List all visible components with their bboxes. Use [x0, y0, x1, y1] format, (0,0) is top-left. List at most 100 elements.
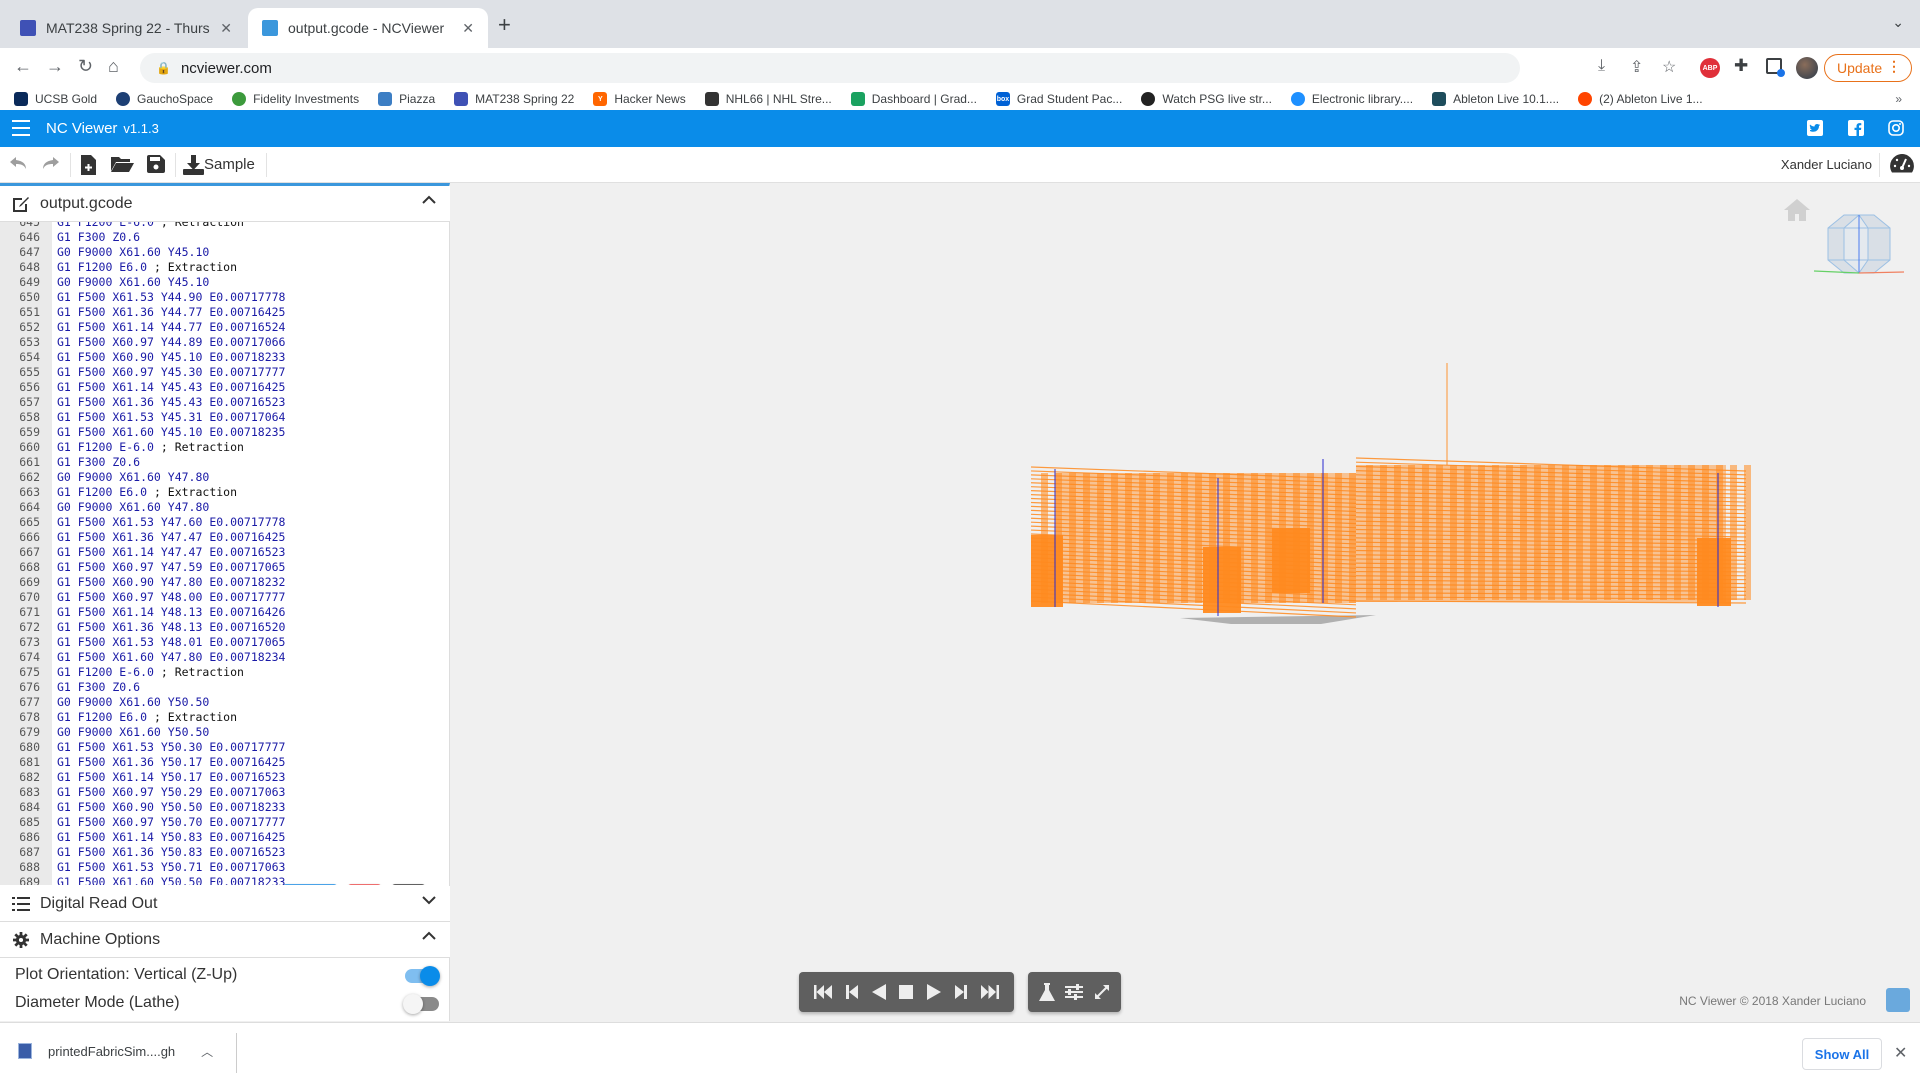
user-name-link[interactable]: Xander Luciano — [1781, 157, 1872, 172]
code-text: G1 F500 X61.60 Y50.50 E0.00718233 — [57, 875, 286, 885]
clear-button[interactable] — [348, 884, 381, 885]
line-number: 666 — [19, 530, 40, 544]
bookmark-item[interactable]: Electronic library.... — [1290, 92, 1413, 106]
code-panel-header[interactable]: output.gcode — [0, 186, 450, 222]
performance-gauge-icon[interactable] — [1890, 154, 1914, 174]
bookmark-item[interactable]: UCSB Gold — [14, 92, 97, 106]
forward-button[interactable]: → — [46, 56, 64, 77]
browser-tab-ncviewer[interactable]: output.gcode - NCViewer ✕ — [248, 8, 488, 48]
side-panel-icon[interactable] — [1766, 58, 1785, 77]
bookmark-item[interactable]: Y Hacker News — [593, 92, 686, 106]
bookmark-item[interactable]: Fidelity Investments — [232, 92, 359, 106]
bookmark-star-icon[interactable]: ☆ — [1662, 57, 1676, 77]
plot-button[interactable]: PLOT — [283, 884, 337, 885]
play-button[interactable] — [927, 984, 942, 1000]
toolpath-scene[interactable] — [451, 183, 1920, 1021]
menu-icon[interactable] — [12, 120, 30, 136]
chevron-up-icon[interactable] — [422, 195, 436, 205]
skip-to-start-button[interactable] — [813, 985, 832, 999]
digital-read-out-header[interactable]: Digital Read Out — [0, 886, 450, 922]
undo-icon[interactable] — [9, 155, 27, 171]
fullscreen-expand-icon[interactable] — [1094, 984, 1110, 1000]
chevron-down-icon[interactable] — [422, 895, 436, 905]
chevron-up-icon[interactable] — [422, 931, 436, 941]
list-icon — [12, 896, 30, 911]
bookmark-item[interactable]: Ableton Live 10.1.... — [1432, 92, 1559, 106]
play-reverse-button[interactable] — [871, 984, 886, 1000]
code-text: G1 F1200 E6.0 ; Extraction — [57, 710, 238, 724]
adblock-icon[interactable]: ABP — [1700, 58, 1720, 78]
3d-viewport[interactable]: NC Viewer © 2018 Xander Luciano — [451, 183, 1920, 1021]
new-tab-button[interactable]: + — [498, 12, 511, 38]
bookmarks-bar: UCSB Gold GauchoSpace Fidelity Investmen… — [0, 88, 1920, 110]
open-folder-icon[interactable] — [111, 155, 134, 173]
twitter-icon[interactable] — [1807, 120, 1823, 136]
address-bar[interactable]: 🔒 ncviewer.com — [140, 53, 1520, 83]
plot-orientation-label: Plot Orientation: Vertical (Z-Up) — [15, 966, 238, 983]
toolbar-divider — [175, 153, 176, 177]
line-number: 688 — [19, 860, 40, 874]
sliders-icon[interactable] — [1065, 984, 1084, 1000]
tab-search-chevron-icon[interactable]: ⌄ — [1892, 14, 1904, 31]
gcode-editor[interactable]: 645 G1 F1200 E-6.0 ; Retraction 646 G1 F300… — [0, 222, 450, 885]
profile-avatar[interactable] — [1796, 57, 1818, 79]
line-number: 683 — [19, 785, 40, 799]
back-button[interactable]: ← — [14, 56, 32, 77]
line-number: 653 — [19, 335, 40, 349]
close-shelf-icon[interactable]: ✕ — [1894, 1043, 1907, 1063]
save-icon[interactable] — [147, 155, 165, 173]
code-text: G1 F500 X61.14 Y50.17 E0.00716523 — [57, 770, 286, 784]
bookmark-item[interactable]: Watch PSG live str... — [1141, 92, 1272, 106]
sample-button[interactable]: Sample — [204, 156, 255, 173]
redo-icon[interactable] — [42, 155, 60, 171]
code-text: G1 F500 X61.53 Y50.71 E0.00717063 — [57, 860, 286, 874]
install-icon[interactable]: ⤓ — [1598, 57, 1605, 75]
bookmark-item[interactable]: Piazza — [378, 92, 435, 106]
home-button[interactable]: ⌂ — [108, 56, 119, 77]
ucsb-icon — [14, 92, 28, 106]
view-cube[interactable] — [1806, 213, 1906, 283]
flask-icon[interactable] — [1039, 983, 1056, 1001]
extensions-icon[interactable]: ✚ — [1734, 56, 1748, 76]
plot-settings-button[interactable] — [392, 884, 425, 885]
close-tab-icon[interactable]: ✕ — [462, 20, 474, 37]
step-forward-button[interactable] — [955, 985, 968, 999]
download-item[interactable]: printedFabricSim....gh ︿ — [18, 1037, 213, 1065]
code-text: G0 F9000 X61.60 Y50.50 — [57, 725, 210, 739]
step-back-button[interactable] — [845, 985, 858, 999]
code-text: G1 F500 X61.36 Y44.77 E0.00716425 — [57, 305, 286, 319]
reload-button[interactable]: ↻ — [78, 56, 93, 77]
code-text: G1 F500 X61.36 Y50.83 E0.00716523 — [57, 845, 286, 859]
show-all-downloads-button[interactable]: Show All — [1802, 1038, 1882, 1070]
skip-to-end-button[interactable] — [980, 985, 999, 999]
code-text: G1 F500 X61.53 Y48.01 E0.00717065 — [57, 635, 286, 649]
line-number: 679 — [19, 725, 40, 739]
footer-credit: NC Viewer © 2018 Xander Luciano — [1679, 994, 1866, 1008]
update-button[interactable]: Update ⋮ — [1824, 54, 1912, 82]
line-number: 687 — [19, 845, 40, 859]
new-file-icon[interactable] — [81, 155, 96, 175]
stop-button[interactable] — [899, 985, 914, 999]
bookmark-item[interactable]: Dashboard | Grad... — [850, 92, 977, 106]
bookmark-item[interactable]: GauchoSpace — [116, 92, 213, 106]
instagram-icon[interactable] — [1888, 120, 1904, 136]
machine-options-header[interactable]: Machine Options — [0, 922, 450, 958]
facebook-icon[interactable] — [1848, 120, 1864, 136]
toggle-knob — [403, 994, 423, 1014]
line-number: 656 — [19, 380, 40, 394]
bookmark-item[interactable]: (2) Ableton Live 1... — [1578, 92, 1703, 106]
bookmark-item[interactable]: box Grad Student Pac... — [995, 92, 1122, 106]
more-bookmarks-button[interactable]: » — [1895, 92, 1902, 106]
bookmark-item[interactable]: NHL66 | NHL Stre... — [704, 92, 832, 106]
plot-controls: PLOT — [283, 884, 425, 885]
share-icon[interactable]: ⇪ — [1630, 57, 1643, 77]
bookmark-item[interactable]: MAT238 Spring 22 — [454, 92, 574, 106]
reddit-icon — [1578, 92, 1593, 106]
table-icon — [454, 92, 469, 106]
plot-orientation-toggle[interactable] — [405, 966, 440, 986]
browser-tab-mat238[interactable]: MAT238 Spring 22 - Thursday ✕ — [6, 8, 246, 48]
download-sample-icon[interactable] — [183, 155, 204, 175]
close-tab-icon[interactable]: ✕ — [220, 20, 232, 37]
chevron-up-icon[interactable]: ︿ — [201, 1043, 213, 1060]
diameter-mode-toggle[interactable] — [403, 994, 439, 1014]
